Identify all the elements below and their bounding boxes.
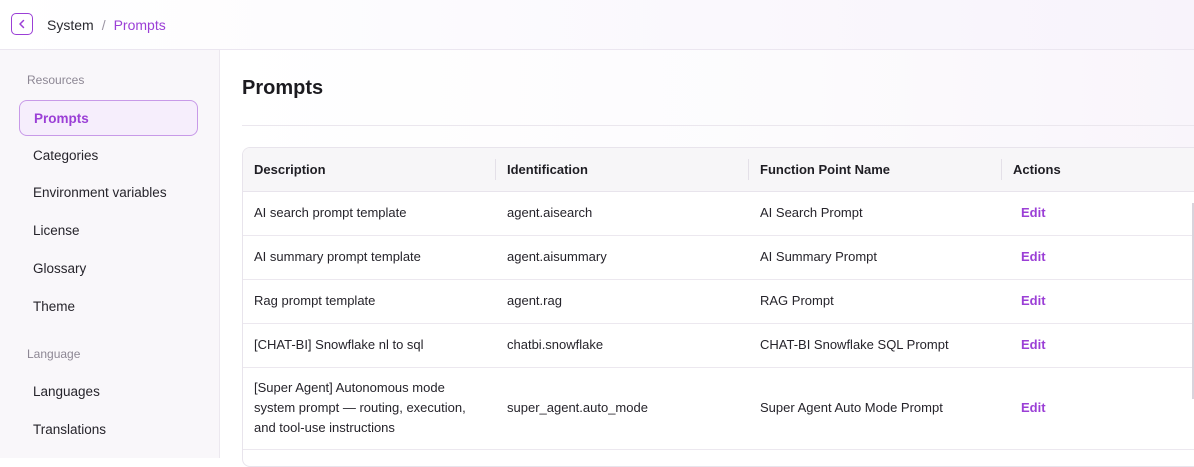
sidebar-item-prompts[interactable]: Prompts — [19, 100, 198, 136]
sidebar-section-resources: Resources — [27, 73, 85, 87]
breadcrumb-system[interactable]: System — [47, 17, 94, 33]
cell-description: AI summary prompt template — [243, 235, 496, 280]
cell-function-point: RAG Prompt — [749, 279, 1002, 324]
cell-actions: Edit — [1002, 367, 1194, 450]
sidebar-item-translations[interactable]: Translations — [19, 411, 198, 447]
edit-button[interactable]: Edit — [1013, 249, 1046, 264]
cell-description: [Super Agent] Autonomous mode system pro… — [243, 367, 496, 450]
cell-actions: Edit — [1002, 323, 1194, 368]
sidebar-section-language: Language — [27, 347, 81, 361]
cell-identification: agent.aisearch — [496, 191, 749, 236]
cell-identification: agent.rag — [496, 279, 749, 324]
table-row: Rag prompt template agent.rag RAG Prompt… — [243, 279, 1194, 324]
sidebar: Resources Prompts Categories Environment… — [0, 50, 220, 458]
cell-identification: agent.aisummary — [496, 235, 749, 280]
edit-button[interactable]: Edit — [1013, 337, 1046, 352]
table-row: [CHAT-BI] Snowflake nl to sql chatbi.sno… — [243, 323, 1194, 368]
cell-identification: super_agent.auto_mode — [496, 367, 749, 450]
cell-function-point: Super Agent Auto Mode Prompt — [749, 367, 1002, 450]
sidebar-item-languages[interactable]: Languages — [19, 373, 198, 409]
breadcrumb-separator: / — [101, 17, 106, 33]
cell-actions: Edit — [1002, 235, 1194, 280]
divider — [242, 125, 1194, 126]
main-content: Prompts Description Identification Funct… — [220, 50, 1194, 467]
table-row: AI search prompt template agent.aisearch… — [243, 191, 1194, 236]
cell-description: AI search prompt template — [243, 191, 496, 236]
edit-button[interactable]: Edit — [1013, 293, 1046, 308]
cell-actions: Edit — [1002, 279, 1194, 324]
cell-function-point: AI Summary Prompt — [749, 235, 1002, 280]
table-row: AI summary prompt template agent.aisumma… — [243, 235, 1194, 280]
cell-actions: Edit — [1002, 191, 1194, 236]
column-header-actions: Actions — [1002, 148, 1194, 192]
sidebar-item-glossary[interactable]: Glossary — [19, 250, 198, 286]
sidebar-item-theme[interactable]: Theme — [19, 288, 198, 324]
edit-button[interactable]: Edit — [1013, 205, 1046, 220]
breadcrumb-current: Prompts — [113, 17, 166, 33]
cell-function-point: AI Search Prompt — [749, 191, 1002, 236]
sidebar-item-categories[interactable]: Categories — [19, 137, 198, 173]
top-bar: System / Prompts — [0, 0, 1194, 50]
cell-description: [CHAT-BI] Snowflake nl to sql — [243, 323, 496, 368]
cell-identification: chatbi.snowflake — [496, 323, 749, 368]
column-header-identification[interactable]: Identification — [496, 148, 749, 192]
cell-function-point: CHAT-BI Snowflake SQL Prompt — [749, 323, 1002, 368]
column-header-description[interactable]: Description — [243, 148, 496, 192]
breadcrumb: System / Prompts — [47, 17, 166, 33]
table-header-row: Description Identification Function Poin… — [243, 148, 1194, 192]
chevron-left-icon — [19, 19, 25, 29]
sidebar-item-environment-variables[interactable]: Environment variables — [19, 174, 198, 210]
back-button[interactable] — [11, 13, 33, 35]
sidebar-item-license[interactable]: License — [19, 212, 198, 248]
page-title: Prompts — [242, 77, 324, 99]
column-header-function-point-name[interactable]: Function Point Name — [749, 148, 1002, 192]
table-row: [Super Agent] Autonomous mode system pro… — [243, 367, 1194, 450]
prompts-table: Description Identification Function Poin… — [242, 147, 1194, 467]
edit-button[interactable]: Edit — [1013, 400, 1046, 415]
cell-description: Rag prompt template — [243, 279, 496, 324]
